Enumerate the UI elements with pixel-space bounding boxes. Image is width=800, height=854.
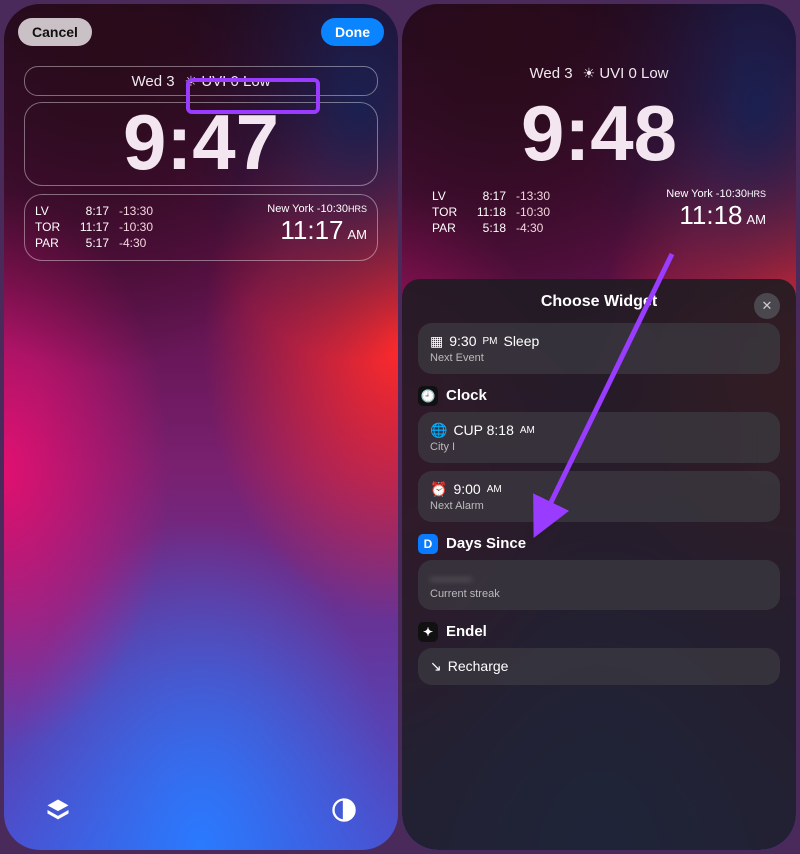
- sheet-title: Choose Widget: [541, 293, 657, 311]
- alarm-icon: ⏰: [430, 481, 447, 498]
- date-widget[interactable]: Wed 3 ☀ UVI 0 Low: [422, 58, 776, 88]
- close-icon: ✕: [762, 298, 773, 314]
- globe-icon: 🌐: [430, 422, 447, 439]
- widget-sleep[interactable]: ▦ 9:30PM Sleep Next Event: [418, 323, 780, 374]
- cancel-button[interactable]: Cancel: [18, 18, 92, 46]
- group-days-since: DDays Since ——— Current streak: [418, 534, 780, 610]
- widget-streak[interactable]: ——— Current streak: [418, 560, 780, 610]
- days-since-app-icon: D: [418, 534, 438, 554]
- date-text: Wed 3: [529, 65, 572, 82]
- date-widget[interactable]: Wed 3 ☀ UVI 0 Low: [24, 66, 378, 96]
- widget-city[interactable]: 🌐 CUP 8:18 AM City I: [418, 412, 780, 463]
- city-list: LV8:17-13:30 TOR11:17-10:30 PAR5:17-4:30: [35, 203, 257, 252]
- uvi-text: UVI 0 Low: [599, 65, 668, 82]
- arrow-down-right-icon: ↘: [430, 658, 442, 675]
- clock-widget: 9:48: [422, 94, 776, 172]
- endel-app-icon: ✦: [418, 622, 438, 642]
- editor-topbar: Cancel Done: [4, 4, 398, 46]
- date-text: Wed 3: [131, 73, 174, 90]
- widget-recharge[interactable]: ↘ Recharge: [418, 648, 780, 685]
- contrast-icon[interactable]: [330, 796, 358, 824]
- sun-icon: ☀: [583, 65, 596, 82]
- layers-icon[interactable]: [44, 796, 72, 824]
- worldclock-widget: LV8:17-13:30 TOR11:18-10:30 PAR5:18-4:30…: [422, 180, 776, 245]
- clock-widget[interactable]: 9:47: [24, 102, 378, 186]
- widget-alarm[interactable]: ⏰ 9:00 AM Next Alarm: [418, 471, 780, 522]
- clock-app-icon: 🕘: [418, 386, 438, 406]
- primary-city: New York -10:30HRS 11:17AM: [267, 203, 367, 252]
- close-button[interactable]: ✕: [754, 293, 780, 319]
- phone-left: Cancel Done Wed 3 ☀ UVI 0 Low 9:47 LV8:1…: [4, 4, 398, 850]
- group-clock: 🕘Clock 🌐 CUP 8:18 AM City I ⏰ 9:00 AM Ne…: [418, 386, 780, 522]
- calendar-icon: ▦: [430, 333, 443, 350]
- sun-icon: ☀: [185, 73, 198, 90]
- group-endel: ✦Endel ↘ Recharge: [418, 622, 780, 685]
- widget-picker-sheet: Choose Widget ✕ ▦ 9:30PM Sleep Next Even…: [402, 279, 796, 850]
- phone-right: Wed 3 ☀ UVI 0 Low 9:48 LV8:17-13:30 TOR1…: [402, 4, 796, 850]
- uvi-text: UVI 0 Low: [201, 73, 270, 90]
- worldclock-widget[interactable]: LV8:17-13:30 TOR11:17-10:30 PAR5:17-4:30…: [24, 194, 378, 261]
- done-button[interactable]: Done: [321, 18, 384, 46]
